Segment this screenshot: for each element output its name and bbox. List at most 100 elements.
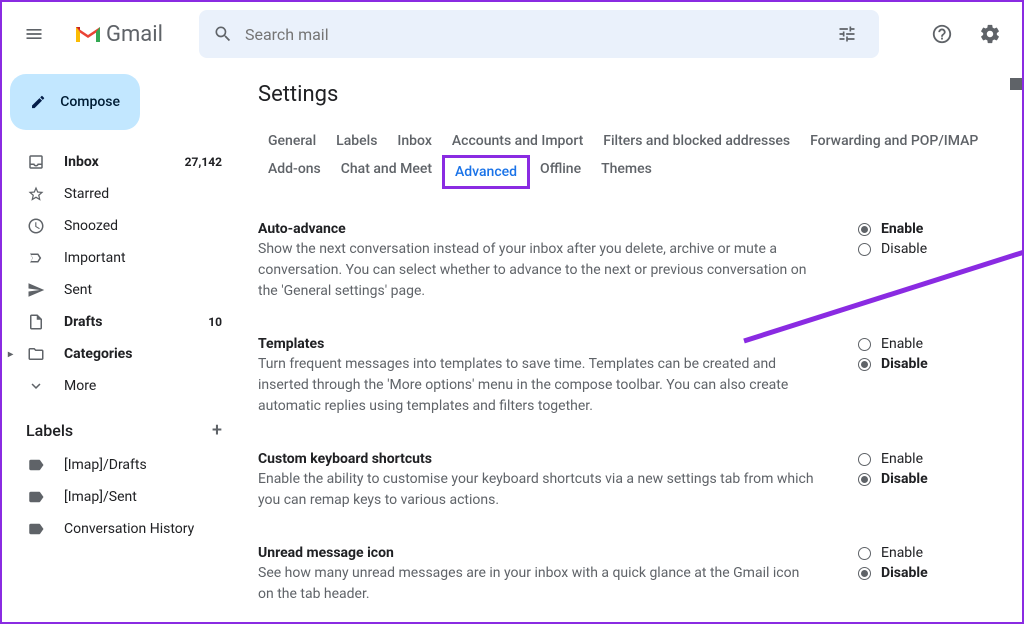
sidebar-item-starred[interactable]: Starred (2, 178, 234, 210)
pencil-icon (30, 92, 46, 112)
radio-icon (858, 453, 871, 466)
clock-icon (26, 217, 46, 235)
inbox-icon (26, 153, 46, 171)
setting-options: Enable Disable (858, 221, 955, 302)
setting-desc: Show the next conversation instead of yo… (258, 239, 818, 302)
enable-option[interactable]: Enable (858, 221, 927, 237)
label-item[interactable]: [Imap]/Drafts (2, 449, 234, 481)
label-icon (26, 456, 46, 474)
nav-label: Important (64, 250, 126, 266)
header: Gmail (2, 2, 1022, 66)
disable-option[interactable]: Disable (858, 356, 928, 372)
nav-label: Snoozed (64, 218, 118, 234)
radio-icon (858, 358, 871, 371)
gmail-icon (74, 23, 102, 45)
input-tools-indicator[interactable] (1010, 78, 1022, 90)
label-item[interactable]: [Imap]/Sent (2, 481, 234, 513)
main-menu-button[interactable] (10, 10, 58, 58)
sidebar-item-inbox[interactable]: Inbox 27,142 (2, 146, 234, 178)
content: Settings GeneralLabelsInboxAccounts and … (234, 66, 1022, 622)
option-label: Disable (881, 241, 927, 257)
enable-option[interactable]: Enable (858, 545, 928, 561)
search-icon (213, 24, 233, 44)
option-label: Enable (881, 336, 923, 352)
option-label: Disable (881, 565, 928, 581)
setting-text: Auto-advance Show the next conversation i… (258, 221, 818, 302)
setting-desc: See how many unread messages are in your… (258, 563, 818, 605)
sidebar-item-important[interactable]: Important (2, 242, 234, 274)
draft-icon (26, 313, 46, 331)
support-button[interactable] (922, 14, 962, 54)
sidebar-item-more[interactable]: More (2, 370, 234, 402)
tab-filters-and-blocked-addresses[interactable]: Filters and blocked addresses (593, 127, 800, 155)
settings-list: Auto-advance Show the next conversation i… (258, 209, 1010, 622)
disable-option[interactable]: Disable (858, 471, 928, 487)
label-text: [Imap]/Drafts (64, 457, 147, 473)
tab-chat-and-meet[interactable]: Chat and Meet (331, 155, 442, 189)
sidebar-item-sent[interactable]: Sent (2, 274, 234, 306)
caret-icon: ▸ (8, 349, 13, 360)
setting-name: Auto-advance (258, 221, 818, 237)
tab-themes[interactable]: Themes (591, 155, 662, 189)
sidebar: Compose Inbox 27,142 Starred Snoozed Importa… (2, 66, 234, 622)
label-icon (26, 488, 46, 506)
gear-icon (979, 23, 1001, 45)
logo-text: Gmail (106, 22, 163, 47)
option-label: Enable (881, 545, 923, 561)
labels-header: Labels + (2, 402, 234, 449)
setting-name: Custom keyboard shortcuts (258, 451, 818, 467)
disable-option[interactable]: Disable (858, 565, 928, 581)
compose-button[interactable]: Compose (10, 74, 140, 130)
nav-label: Starred (64, 186, 109, 202)
tab-general[interactable]: General (258, 127, 326, 155)
tune-icon (837, 24, 857, 44)
labels-title: Labels (26, 421, 73, 440)
radio-icon (858, 223, 871, 236)
disable-option[interactable]: Disable (858, 241, 927, 257)
sidebar-item-snoozed[interactable]: Snoozed (2, 210, 234, 242)
option-label: Enable (881, 221, 923, 237)
star-icon (26, 185, 46, 203)
radio-icon (858, 547, 871, 560)
enable-option[interactable]: Enable (858, 336, 928, 352)
option-label: Disable (881, 356, 928, 372)
page-title: Settings (258, 82, 1010, 107)
nav-label: Inbox (64, 154, 99, 170)
search-options-button[interactable] (829, 16, 865, 52)
setting-text: Custom keyboard shortcutsEnable the abil… (258, 451, 818, 511)
nav-list: Inbox 27,142 Starred Snoozed Important Sent Dr… (2, 146, 234, 402)
radio-icon (858, 338, 871, 351)
setting-desc: Turn frequent messages into templates to… (258, 354, 818, 417)
sidebar-item-drafts[interactable]: Drafts10 (2, 306, 234, 338)
enable-option[interactable]: Enable (858, 451, 928, 467)
gmail-logo[interactable]: Gmail (66, 22, 171, 47)
main: Compose Inbox 27,142 Starred Snoozed Importa… (2, 66, 1022, 622)
search-input[interactable] (245, 25, 829, 44)
label-item[interactable]: Conversation History (2, 513, 234, 545)
tab-labels[interactable]: Labels (326, 127, 387, 155)
nav-count: 27,142 (185, 155, 222, 169)
tab-accounts-and-import[interactable]: Accounts and Import (442, 127, 593, 155)
sidebar-item-categories[interactable]: ▸ Categories (2, 338, 234, 370)
radio-icon (858, 473, 871, 486)
label-text: Conversation History (64, 521, 194, 537)
tab-advanced[interactable]: Advanced (442, 155, 530, 189)
tab-offline[interactable]: Offline (530, 155, 591, 189)
tab-add-ons[interactable]: Add-ons (258, 155, 331, 189)
settings-button[interactable] (970, 14, 1010, 54)
tab-forwarding-and-pop-imap[interactable]: Forwarding and POP/IMAP (800, 127, 988, 155)
tab-inbox[interactable]: Inbox (387, 127, 441, 155)
nav-label: Categories (64, 346, 132, 362)
nav-label: More (64, 378, 96, 394)
setting-unread-message-icon: Unread message iconSee how many unread m… (258, 533, 1010, 622)
setting-text: TemplatesTurn frequent messages into tem… (258, 336, 818, 417)
setting-options: Enable Disable (858, 451, 956, 511)
nav-label: Sent (64, 282, 92, 298)
search-bar[interactable] (199, 10, 879, 58)
hamburger-icon (24, 24, 44, 44)
setting-text: Unread message iconSee how many unread m… (258, 545, 818, 605)
setting-options: Enable Disable (858, 545, 956, 605)
setting-templates: TemplatesTurn frequent messages into tem… (258, 324, 1010, 439)
add-label-button[interactable]: + (212, 420, 222, 441)
compose-label: Compose (60, 94, 120, 110)
